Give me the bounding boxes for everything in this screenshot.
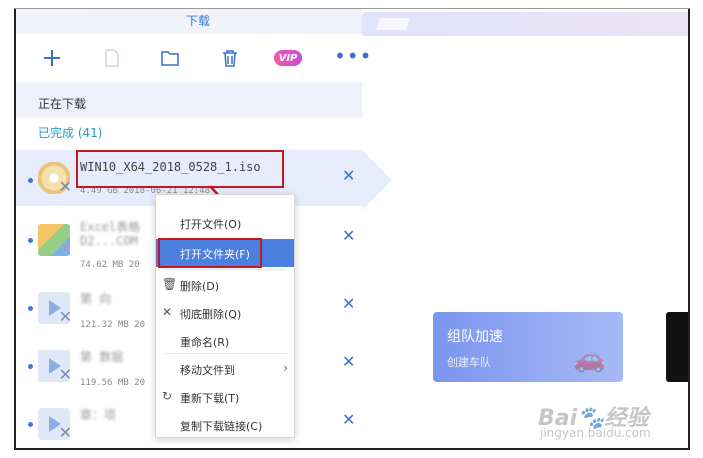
menu-item-rename[interactable]: 重命名(R) — [156, 327, 294, 355]
status-dot — [28, 238, 33, 243]
section-done-label[interactable]: 已完成 (41) — [38, 124, 102, 141]
team-card-title: 组队加速 — [447, 329, 503, 345]
car-icon: 🚗 — [573, 344, 606, 374]
file-meta: 119.56 MB 20 — [80, 378, 146, 388]
chevron-right-icon: › — [283, 361, 288, 375]
file-name: 第 向 — [80, 292, 112, 306]
refresh-icon: ↻ — [162, 389, 173, 403]
menu-item-redownload[interactable]: ↻ 重新下载(T) — [156, 383, 294, 411]
iso-file-icon: ✕ — [38, 162, 72, 196]
video-file-icon: ✕ — [38, 408, 72, 442]
file-name: Excel表格 — [80, 220, 141, 234]
selection-arrow — [362, 150, 392, 210]
menu-item-open-file[interactable]: 打开文件(O) — [156, 209, 294, 237]
file-meta: 121.32 MB 20 — [80, 320, 146, 330]
file-name-line2: D2...COM — [80, 234, 138, 248]
close-icon: ✕ — [58, 423, 72, 442]
remove-item-button[interactable]: ✕ — [342, 352, 355, 371]
trash-icon: 🗑 — [162, 277, 178, 291]
status-dot — [28, 178, 33, 183]
menu-separator — [164, 353, 286, 354]
more-button[interactable]: ••• — [334, 46, 372, 66]
status-dot — [28, 422, 33, 427]
toolbar: VIP ••• — [16, 38, 371, 78]
trash-icon — [223, 50, 237, 67]
new-download-button[interactable] — [38, 44, 66, 72]
folder-icon — [161, 51, 179, 66]
frame-bottom-line — [14, 448, 690, 450]
file-button[interactable] — [98, 44, 126, 72]
folder-button[interactable] — [156, 44, 184, 72]
vip-badge[interactable]: VIP — [274, 50, 302, 66]
video-file-icon: ✕ — [38, 292, 72, 326]
menu-item-delete-permanently[interactable]: ✕ 彻底删除(Q) — [156, 299, 294, 327]
highlight-box-open-folder — [158, 238, 262, 268]
remove-item-button[interactable]: ✕ — [342, 294, 355, 313]
excel-file-icon: ✕ — [38, 224, 72, 258]
file-name: 第 数据 — [80, 350, 124, 364]
panel-header: 下载 — [16, 8, 362, 34]
close-icon: ✕ — [58, 365, 72, 384]
team-speed-card[interactable]: 组队加速 创建车队 🚗 — [433, 312, 623, 382]
menu-item-delete[interactable]: 🗑 删除(D) — [156, 271, 294, 299]
delete-button[interactable] — [216, 44, 244, 72]
status-dot — [28, 364, 33, 369]
watermark-url: jingyan.baidu.com — [540, 426, 651, 440]
remove-item-button[interactable]: ✕ — [342, 410, 355, 429]
panel-title: 下载 — [186, 14, 211, 28]
menu-separator — [164, 269, 286, 270]
right-tab-bar — [362, 12, 688, 36]
file-meta: 74.62 MB 20 — [80, 260, 140, 270]
menu-item-move-to[interactable]: 移动文件到 › — [156, 355, 294, 383]
remove-item-button[interactable]: ✕ — [342, 226, 355, 245]
menu-item-copy-link[interactable]: 复制下载链接(C) — [156, 411, 294, 439]
video-file-icon: ✕ — [38, 350, 72, 384]
close-icon: ✕ — [58, 239, 72, 258]
frame-top-line — [14, 8, 690, 9]
file-name: 章：项 — [80, 408, 117, 422]
file-icon — [105, 49, 119, 67]
section-downloading[interactable]: 正在下载 — [16, 82, 362, 118]
close-icon: ✕ — [162, 305, 173, 319]
remove-item-button[interactable]: ✕ — [342, 166, 355, 185]
status-dot — [28, 306, 33, 311]
plus-icon — [44, 50, 60, 66]
close-icon: ✕ — [58, 177, 72, 196]
close-icon: ✕ — [58, 307, 72, 326]
tab-chip[interactable] — [375, 18, 411, 30]
section-downloading-label: 正在下载 — [38, 97, 87, 111]
context-menu: 打开文件(O) 打开文件夹(F) 🗑 删除(D) ✕ 彻底删除(Q) 重命名(R… — [155, 194, 295, 438]
dark-card[interactable] — [666, 312, 688, 382]
team-card-subtitle[interactable]: 创建车队 — [447, 354, 491, 370]
screenshot-frame: 下载 VIP ••• 正在下载 已完成 (41) ✕ WIN10_X64_201… — [14, 8, 690, 450]
